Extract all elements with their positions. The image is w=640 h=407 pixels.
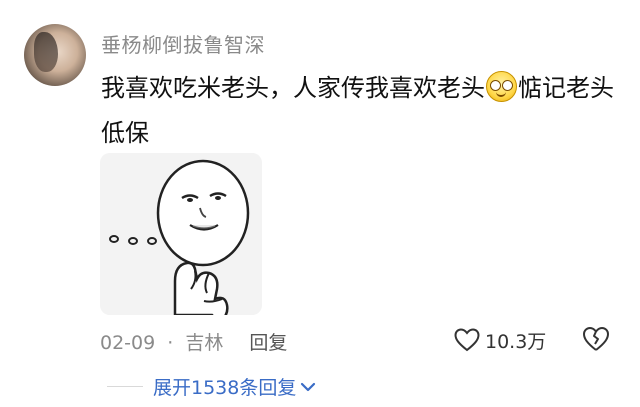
comment-text: 我喜欢吃米老头，人家传我喜欢老头 惦记老头低保 [101,66,616,156]
divider-line [107,385,143,388]
comment-text-part-1: 我喜欢吃米老头，人家传我喜欢老头 [101,74,485,102]
comment-date: 02-09 [100,332,156,354]
username[interactable]: 垂杨柳倒拔鲁智深 [101,29,265,58]
heart-icon [454,328,480,352]
comment-meta: 02-09 · 吉林 回复 [100,328,287,355]
comment-location: 吉林 [185,332,224,354]
user-avatar[interactable] [24,24,86,86]
reply-button[interactable]: 回复 [249,328,287,355]
chevron-down-icon [301,382,316,391]
meme-face-sticker [100,153,262,315]
broken-heart-icon [583,327,609,351]
sticker-image[interactable] [100,153,262,315]
smile-emoji-icon [486,71,517,102]
expand-replies[interactable]: 展开1538条回复 [107,373,316,400]
like-button[interactable]: 10.3万 [454,326,546,354]
dislike-button[interactable] [582,325,610,353]
meta-separator: · [167,332,174,354]
like-count: 10.3万 [485,330,547,353]
expand-replies-label: 展开1538条回复 [153,377,297,399]
